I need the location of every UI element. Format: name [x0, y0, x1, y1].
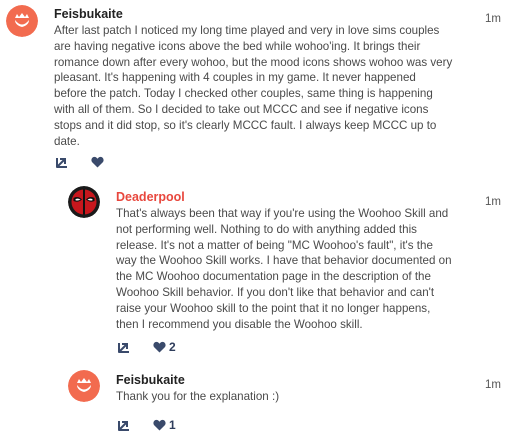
like-button[interactable]: 2 [153, 340, 176, 354]
comment-line: are having negative icons above the bed … [54, 39, 421, 53]
comment-body: After last patch I noticed my long time … [54, 23, 504, 149]
reply-arrow-icon [118, 343, 129, 353]
author-name[interactable]: Deaderpool [116, 190, 185, 204]
comment-line: then I recommend you disable the Woohoo … [116, 317, 363, 331]
author-name[interactable]: Feisbukaite [116, 373, 185, 387]
like-count: 2 [169, 340, 176, 354]
comment-line: pleasant. It's happening with 4 couples … [54, 71, 416, 85]
comment-body: That's always been that way if you're us… [116, 206, 506, 332]
avatar[interactable] [68, 370, 100, 402]
comment-line: date. [54, 134, 80, 148]
comment-line: After last patch I noticed my long time … [54, 24, 440, 37]
comment-line: with all of them. So I decided to take o… [54, 102, 429, 116]
comment-actions: 2 [117, 340, 176, 354]
avatar[interactable] [6, 5, 38, 37]
heart-icon [153, 341, 166, 353]
comment-actions: 1 [117, 418, 176, 432]
comment-line: romance down after every wohoo, but the … [54, 55, 453, 69]
comment-line: release. It's not a matter of being "MC … [116, 238, 433, 252]
reply-button[interactable] [117, 418, 131, 432]
comment-line: before the patch. Today I checked other … [54, 87, 433, 101]
like-button[interactable]: 1 [153, 418, 176, 432]
default-orange-avatar-icon [68, 370, 100, 402]
like-button[interactable] [91, 156, 107, 168]
comment-line: stops and it did stop, so it's clearly M… [54, 118, 437, 132]
reply-arrow-icon [118, 421, 129, 431]
comment-actions [55, 155, 107, 169]
comment-line: That's always been that way if you're us… [116, 207, 449, 220]
default-orange-avatar-icon [6, 5, 38, 37]
reply-button[interactable] [117, 340, 131, 354]
comment-line: way the Woohoo Skill works. I have that … [116, 254, 452, 268]
comment-line: not performing well. Nothing to do with … [116, 222, 417, 236]
reply-arrow-icon [56, 158, 67, 168]
comment-line: Woohoo Skill behavior. If you don't like… [116, 285, 435, 299]
heart-icon [91, 156, 104, 168]
avatar[interactable] [68, 186, 100, 218]
comment-line: Thank you for the explanation :) [116, 390, 280, 403]
heart-icon [153, 419, 166, 431]
comment-line: raise your Woohoo skill to the point tha… [116, 301, 431, 315]
comment-thread: Feisbukaite 1m After last patch I notice… [0, 0, 510, 437]
comment-line: the MC Woohoo documentation page in the … [116, 270, 431, 284]
like-count: 1 [169, 418, 176, 432]
reply-button[interactable] [55, 155, 69, 169]
comment-body: Thank you for the explanation :) [116, 389, 506, 405]
deadpool-mask-avatar-icon [68, 186, 100, 218]
author-name[interactable]: Feisbukaite [54, 7, 123, 21]
